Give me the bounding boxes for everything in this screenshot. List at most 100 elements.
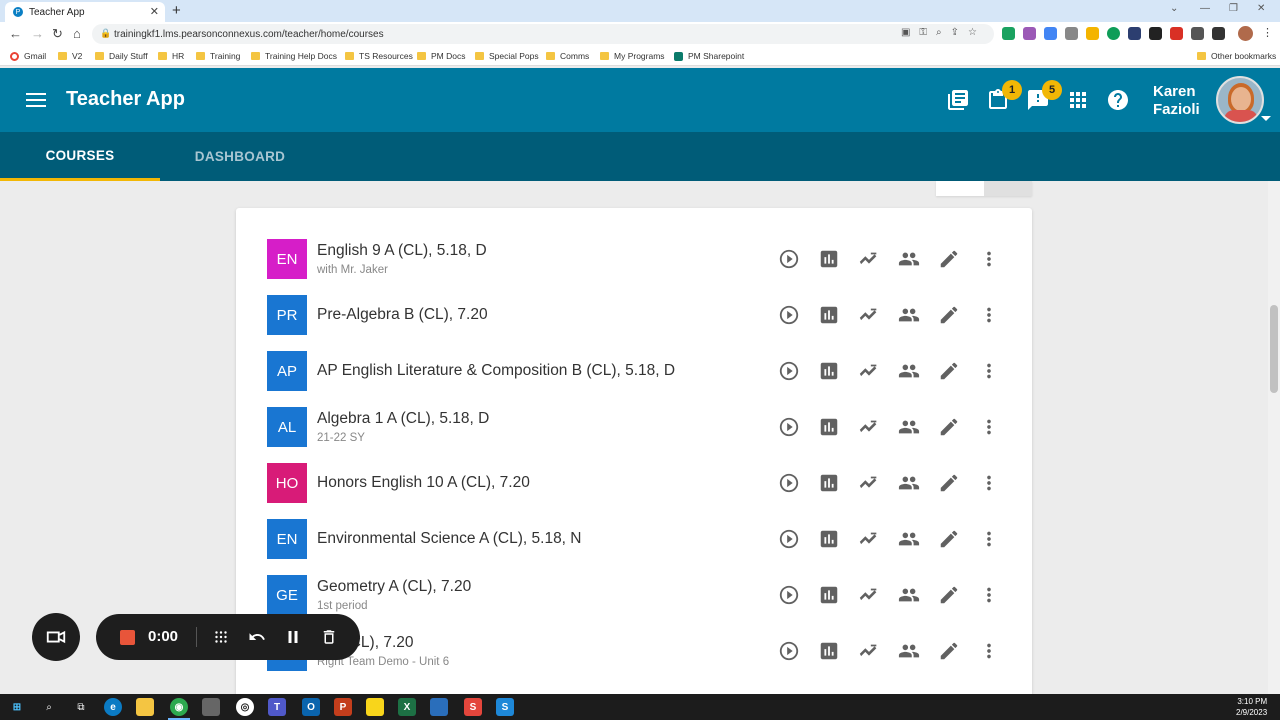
extension-icon[interactable] [1023,27,1036,40]
course-row[interactable]: AP AP English Literature & Composition B … [267,351,1007,391]
gradebook-icon[interactable] [809,471,849,495]
task-view-icon[interactable]: ⧉ [72,698,90,716]
apps-grid-icon[interactable] [1066,88,1090,112]
progress-trend-icon[interactable] [849,471,889,495]
screencast-icon[interactable]: S [496,698,514,716]
puzzle-icon[interactable] [1191,27,1204,40]
app-icon[interactable]: ◎ [236,698,254,716]
tab-courses[interactable]: COURSES [0,132,160,181]
progress-trend-icon[interactable] [849,527,889,551]
reload-icon[interactable]: ↻ [52,26,63,42]
gradebook-icon[interactable] [809,247,849,271]
more-vert-icon[interactable] [969,359,1009,383]
course-title[interactable]: Geometry A (CL), 7.20 [317,578,471,596]
gradebook-icon[interactable] [809,639,849,663]
excel-icon[interactable]: X [398,698,416,716]
close-tab-icon[interactable]: ✕ [150,5,159,18]
course-title[interactable]: AP English Literature & Composition B (C… [317,362,675,380]
edit-icon[interactable] [929,247,969,271]
undo-icon[interactable] [246,626,268,648]
extension-icon[interactable] [1002,27,1015,40]
bookmark-pm-sharepoint[interactable]: PM Sharepoint [674,51,744,61]
students-icon[interactable] [889,583,929,607]
bookmark-v2[interactable]: V2 [58,51,82,61]
gradebook-icon[interactable] [809,415,849,439]
bookmark-pm-docs[interactable]: PM Docs [417,51,465,61]
course-row[interactable]: HO Honors English 10 A (CL), 7.20 [267,463,1007,503]
extension-icon[interactable] [1149,27,1162,40]
course-row[interactable]: EN Environmental Science A (CL), 5.18, N [267,519,1007,559]
more-vert-icon[interactable] [969,415,1009,439]
omnibox-actions-icon[interactable]: ▣⚿⌕⇪☆ [901,27,986,38]
address-bar[interactable]: 🔒 trainingkf1.lms.pearsonconnexus.com/te… [92,24,994,44]
gradebook-icon[interactable] [809,303,849,327]
pdf-icon[interactable] [1170,27,1183,40]
chrome-icon[interactable]: ◉ [170,698,188,716]
extension-icon[interactable] [1065,27,1078,40]
edit-icon[interactable] [929,415,969,439]
students-icon[interactable] [889,359,929,383]
play-icon[interactable] [769,471,809,495]
menu-icon[interactable] [26,93,46,107]
edit-icon[interactable] [929,359,969,383]
course-title[interactable]: Algebra 1 A (CL), 5.18, D [317,410,489,428]
course-title[interactable]: Pre-Algebra B (CL), 7.20 [317,306,488,324]
bookmark-ts-resources[interactable]: TS Resources [345,51,413,61]
library-icon[interactable] [946,88,970,112]
more-vert-icon[interactable] [969,247,1009,271]
more-vert-icon[interactable] [969,303,1009,327]
more-vert-icon[interactable] [969,527,1009,551]
play-icon[interactable] [769,303,809,327]
course-row[interactable]: EN English 9 A (CL), 5.18, D with Mr. Jake… [267,239,1007,279]
edit-icon[interactable] [929,471,969,495]
course-row[interactable]: PR Pre-Algebra B (CL), 7.20 [267,295,1007,335]
play-icon[interactable] [769,583,809,607]
more-vert-icon[interactable] [969,639,1009,663]
system-clock[interactable]: 3:10 PM 2/9/2023 [1236,696,1267,718]
progress-trend-icon[interactable] [849,303,889,327]
students-icon[interactable] [889,639,929,663]
students-icon[interactable] [889,247,929,271]
course-title[interactable]: Honors English 10 A (CL), 7.20 [317,474,530,492]
play-icon[interactable] [769,247,809,271]
user-name[interactable]: Karen Fazioli [1153,83,1200,119]
bookmark-daily-stuff[interactable]: Daily Stuff [95,51,148,61]
play-icon[interactable] [769,359,809,383]
home-icon[interactable]: ⌂ [73,26,81,41]
file-explorer-icon[interactable] [136,698,154,716]
chevron-down-icon[interactable]: ⌄ [1170,3,1178,14]
play-icon[interactable] [769,527,809,551]
bookmark-training-help-docs[interactable]: Training Help Docs [251,51,337,61]
course-row[interactable]: K A (CL), 7.20 Right Team Demo - Unit 6 [267,631,1007,671]
alerts-icon[interactable]: 5 [1026,80,1062,112]
close-window-icon[interactable]: ✕ [1257,3,1265,14]
progress-trend-icon[interactable] [849,247,889,271]
view-toggle[interactable] [936,181,1032,196]
chevron-down-icon[interactable] [1261,116,1271,121]
store-icon[interactable] [202,698,220,716]
edge-icon[interactable]: e [104,698,122,716]
bookmark-my-programs[interactable]: My Programs [600,51,665,61]
outlook-icon[interactable]: O [302,698,320,716]
play-icon[interactable] [769,415,809,439]
forward-icon[interactable]: → [31,26,44,41]
delete-icon[interactable] [318,626,340,648]
minimize-icon[interactable]: — [1200,3,1210,14]
students-icon[interactable] [889,303,929,327]
sidebar-icon[interactable] [1212,27,1225,40]
progress-trend-icon[interactable] [849,359,889,383]
windows-start-icon[interactable]: ⊞ [8,698,26,716]
snagit-icon[interactable]: S [464,698,482,716]
tab-dashboard[interactable]: DASHBOARD [160,132,320,181]
bookmark-special-pops[interactable]: Special Pops [475,51,539,61]
play-icon[interactable] [769,639,809,663]
students-icon[interactable] [889,415,929,439]
powerpoint-icon[interactable]: P [334,698,352,716]
user-avatar[interactable] [1216,76,1264,124]
grammarly-icon[interactable] [1107,27,1120,40]
scrollbar[interactable] [1268,181,1280,694]
bookmark-gmail[interactable]: Gmail [10,51,46,61]
back-icon[interactable]: ← [9,26,22,41]
more-vert-icon[interactable] [969,471,1009,495]
profile-avatar[interactable] [1238,26,1253,41]
